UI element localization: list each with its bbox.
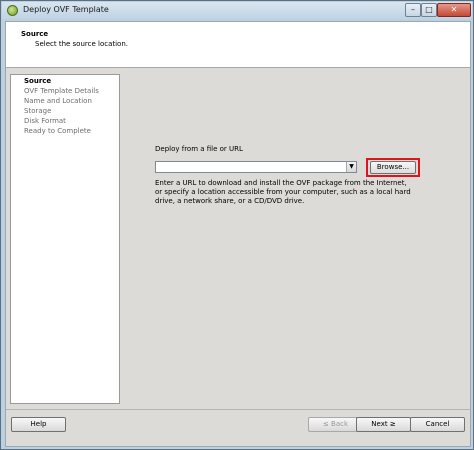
footer-divider [6,409,470,410]
wizard-header: Source Select the source location. [6,22,470,68]
page-title: Source [21,30,49,38]
source-content: Deploy from a file or URL ▼ Browse... En… [120,74,466,404]
source-help-text: Enter a URL to download and install the … [155,179,411,205]
back-button[interactable]: ≤ Back [308,417,363,432]
deploy-ovf-window: Deploy OVF Template – □ ✕ Source Select … [0,0,474,450]
wizard-steps-panel: Source OVF Template Details Name and Loc… [10,74,120,404]
minimize-button[interactable]: – [405,3,421,17]
step-ovf-template-details[interactable]: OVF Template Details [24,87,99,95]
browse-button[interactable]: Browse... [370,161,416,174]
cancel-button[interactable]: Cancel [410,417,465,432]
step-source[interactable]: Source [24,77,51,85]
chevron-down-icon[interactable]: ▼ [346,162,356,172]
step-disk-format[interactable]: Disk Format [24,117,66,125]
vsphere-app-icon [7,5,18,16]
close-button[interactable]: ✕ [437,3,471,17]
deploy-from-label: Deploy from a file or URL [155,145,243,153]
window-title: Deploy OVF Template [23,5,109,14]
url-combobox[interactable]: ▼ [155,161,357,173]
step-storage[interactable]: Storage [24,107,51,115]
step-name-and-location[interactable]: Name and Location [24,97,92,105]
next-button[interactable]: Next ≥ [356,417,411,432]
step-ready-to-complete[interactable]: Ready to Complete [24,127,91,135]
wizard-client-area: Source Select the source location. Sourc… [5,21,471,447]
page-subtitle: Select the source location. [35,40,129,48]
maximize-button[interactable]: □ [421,3,437,17]
help-button[interactable]: Help [11,417,66,432]
title-bar[interactable]: Deploy OVF Template – □ ✕ [2,2,472,19]
